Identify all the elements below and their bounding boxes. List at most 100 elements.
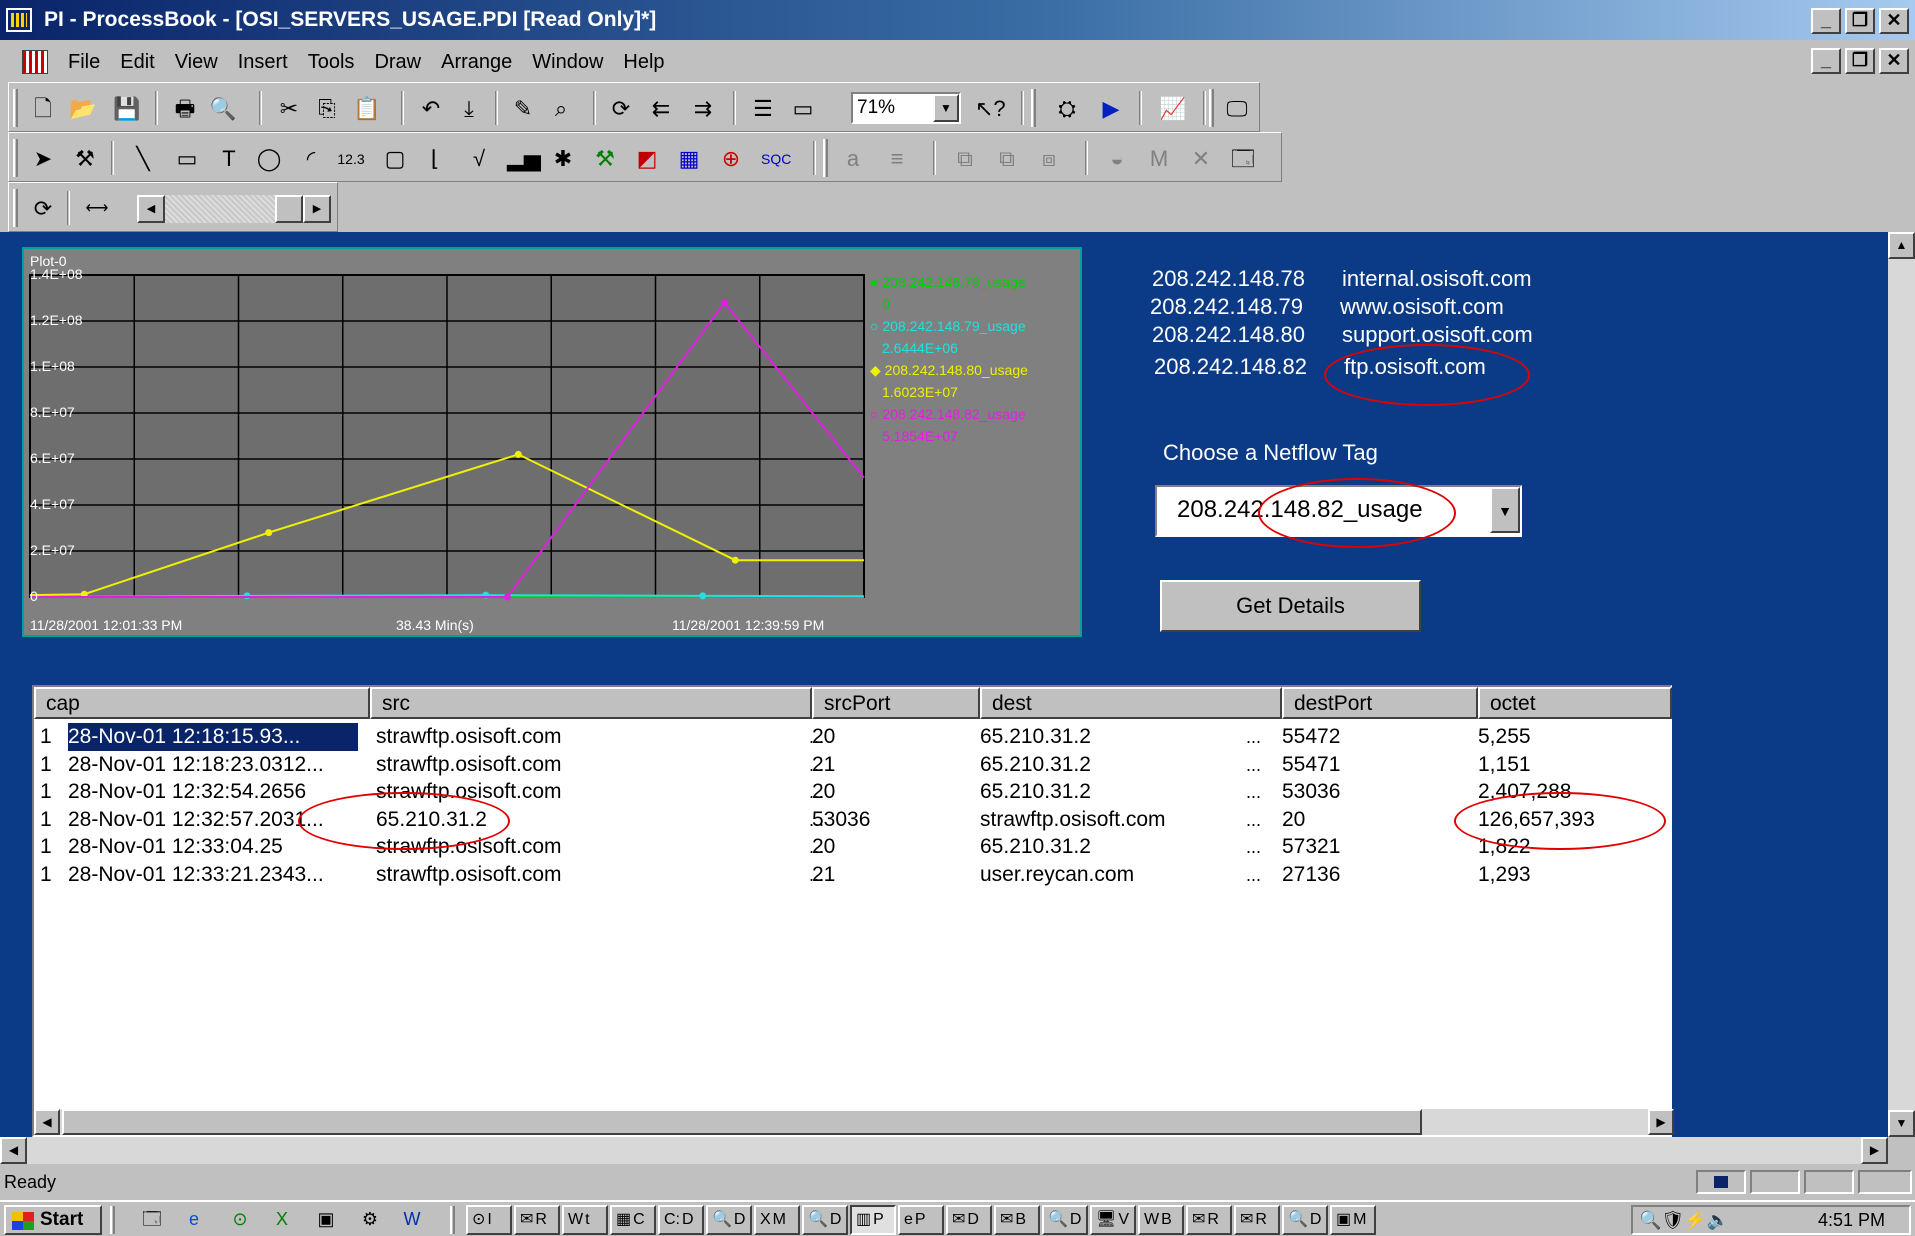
rectangle-icon[interactable]: ▭ <box>173 145 201 173</box>
grid-horizontal-scrollbar[interactable]: ◀ ▶ <box>34 1109 1674 1135</box>
cut-icon[interactable]: ✂ <box>275 95 303 123</box>
menu-draw[interactable]: Draw <box>364 51 431 74</box>
taskbar-button[interactable]: C: D <box>658 1205 704 1235</box>
tray-icons[interactable]: 🔍🛡⚡🔈 <box>1639 1207 1729 1233</box>
zoom-select[interactable]: 71% ▼ <box>851 92 961 124</box>
taskbar-button[interactable]: ✉ D <box>946 1205 992 1235</box>
netflow-grid[interactable]: cap src srcPort dest destPort octet 1 28-… <box>32 685 1674 1137</box>
flip-icon[interactable]: M <box>1145 145 1173 173</box>
trend-line-icon[interactable]: √ <box>465 145 493 173</box>
doc-close-button[interactable]: ✕ <box>1879 48 1909 74</box>
menu-view[interactable]: View <box>165 51 228 74</box>
refresh-icon[interactable]: ⟳ <box>607 95 635 123</box>
arc-icon[interactable]: ◜ <box>297 145 325 173</box>
taskbar-button[interactable]: 🔍 D <box>1042 1205 1088 1235</box>
menu-tools[interactable]: Tools <box>298 51 365 74</box>
batch-icon[interactable]: ▦ <box>675 145 703 173</box>
next-time-icon[interactable]: ⇉ <box>689 95 717 123</box>
app-icon[interactable]: ⚙ <box>358 1208 382 1230</box>
legend-item-79[interactable]: ○ 208.242.148.79_usage 2.6444E+06 <box>870 315 1026 359</box>
taskbar-button[interactable]: WB <box>1138 1205 1184 1235</box>
help-pointer-icon[interactable]: ↖? <box>975 95 1006 123</box>
prev-time-icon[interactable]: ⇇ <box>647 95 675 123</box>
scroll-left-arrow[interactable]: ◀ <box>34 1109 60 1135</box>
taskbar-button[interactable]: ✉ R <box>514 1205 560 1235</box>
text-icon[interactable]: T <box>215 145 243 173</box>
slider-left-arrow[interactable]: ◀ <box>137 195 165 223</box>
find-icon[interactable]: ⌕ <box>547 95 575 123</box>
scroll-up-arrow[interactable]: ▲ <box>1888 232 1915 259</box>
table-row[interactable]: 1 28-Nov-01 12:32:57.2031... 65.210.31.2 53… <box>34 806 1670 834</box>
new-icon[interactable]: 🗋 <box>29 95 57 123</box>
line-icon[interactable]: ╲ <box>129 145 157 173</box>
taskbar-button[interactable]: Wt <box>562 1205 608 1235</box>
column-header-srcport[interactable]: srcPort <box>812 687 980 719</box>
properties-icon[interactable]: 🗔 <box>1229 145 1257 173</box>
taskbar-button[interactable]: ⊙ I <box>466 1205 512 1235</box>
table-row[interactable]: 1 28-Nov-01 12:33:04.25 strawftp.osisoft.c… <box>34 833 1670 861</box>
group-icon[interactable]: ⧉ <box>951 145 979 173</box>
app-icon[interactable]: ▣ <box>314 1208 338 1230</box>
menu-insert[interactable]: Insert <box>228 51 298 74</box>
format-painter-icon[interactable]: ✎ <box>509 95 537 123</box>
table-row[interactable]: 1 28-Nov-01 12:18:23.0312... strawftp.osis… <box>34 751 1670 779</box>
target-icon[interactable]: ⊕ <box>717 145 745 173</box>
scroll-right-arrow[interactable]: ▶ <box>1861 1137 1888 1164</box>
column-header-octet[interactable]: octet <box>1478 687 1672 719</box>
trend-plot[interactable]: Plot-0 0 2.E+07 4.E+07 6.E+07 8.E+07 1.E+08 1.… <box>22 247 1082 637</box>
slider-thumb[interactable] <box>275 195 303 223</box>
taskbar-button[interactable]: ✉ R <box>1186 1205 1232 1235</box>
window-icon[interactable]: ▭ <box>789 95 817 123</box>
time-slider[interactable]: ◀ ▶ <box>137 195 333 223</box>
menu-edit[interactable]: Edit <box>110 51 164 74</box>
menu-help[interactable]: Help <box>613 51 674 74</box>
menu-arrange[interactable]: Arrange <box>431 51 522 74</box>
rounded-rect-icon[interactable]: ▢ <box>381 145 409 173</box>
column-header-destport[interactable]: destPort <box>1282 687 1478 719</box>
update-icon[interactable]: ⟳ <box>29 195 57 223</box>
undo-icon[interactable]: ↶ <box>417 95 445 123</box>
scroll-left-arrow[interactable]: ◀ <box>0 1137 27 1164</box>
hammer-icon[interactable]: ⚒ <box>71 145 99 173</box>
select-arrow-icon[interactable]: ➤ <box>29 145 57 173</box>
dropdown-arrow-icon[interactable]: ⤓ <box>455 95 483 123</box>
ellipse-icon[interactable]: ◯ <box>255 145 283 173</box>
delete-icon[interactable]: ✕ <box>1187 145 1215 173</box>
taskbar-button[interactable]: 🔍 D <box>1282 1205 1328 1235</box>
save-icon[interactable]: 💾 <box>113 95 141 123</box>
taskbar-button[interactable]: eP <box>898 1205 944 1235</box>
build-mode-icon[interactable]: ⛭ <box>1053 95 1081 123</box>
sqc-icon[interactable]: SQC <box>761 145 791 173</box>
vertical-scrollbar[interactable]: ▲ ▼ <box>1888 232 1915 1137</box>
document-icon[interactable] <box>22 50 48 74</box>
legend-item-80[interactable]: ◆ 208.242.148.80_usage 1.6023E+07 <box>870 359 1028 403</box>
connector-icon[interactable]: ⌊ <box>421 145 449 173</box>
ie-icon[interactable]: e <box>182 1208 206 1230</box>
horizontal-scrollbar[interactable]: ◀ ▶ <box>0 1137 1888 1164</box>
value-icon[interactable]: 12.3 <box>337 145 365 173</box>
taskbar-button[interactable]: ▥ P <box>850 1205 896 1235</box>
taskbar-button[interactable]: XM <box>754 1205 800 1235</box>
print-preview-icon[interactable]: 🔍 <box>209 95 237 123</box>
run-mode-icon[interactable]: ▶ <box>1097 95 1125 123</box>
word-icon[interactable]: W <box>400 1208 424 1230</box>
close-button[interactable]: ✕ <box>1879 8 1909 34</box>
ungroup-icon[interactable]: ⧉ <box>993 145 1021 173</box>
desktop-icon[interactable]: 🗔 <box>140 1208 164 1230</box>
time-range-icon[interactable]: ⟷ <box>83 195 111 223</box>
app-icon[interactable]: ⊙ <box>228 1208 252 1230</box>
rotate-icon[interactable]: ◒ <box>1103 145 1131 173</box>
legend-item-78[interactable]: ● 208.242.148.78_usage 0 <box>870 271 1026 315</box>
scroll-down-arrow[interactable]: ▼ <box>1888 1110 1915 1137</box>
table-row[interactable]: 1 28-Nov-01 12:33:21.2343... strawftp.osis… <box>34 861 1670 889</box>
doc-minimize-button[interactable]: _ <box>1811 48 1841 74</box>
taskbar-button[interactable]: 🔍 D <box>802 1205 848 1235</box>
menu-window[interactable]: Window <box>522 51 613 74</box>
copy-icon[interactable]: ⎘ <box>313 95 341 123</box>
monitor-icon[interactable]: 🖵 <box>1223 95 1251 123</box>
column-header-cap[interactable]: cap <box>34 687 370 719</box>
minimize-button[interactable]: _ <box>1811 8 1841 34</box>
scroll-thumb[interactable] <box>62 1109 1422 1135</box>
start-button[interactable]: Start <box>4 1205 102 1235</box>
open-icon[interactable]: 📂 <box>69 95 97 123</box>
